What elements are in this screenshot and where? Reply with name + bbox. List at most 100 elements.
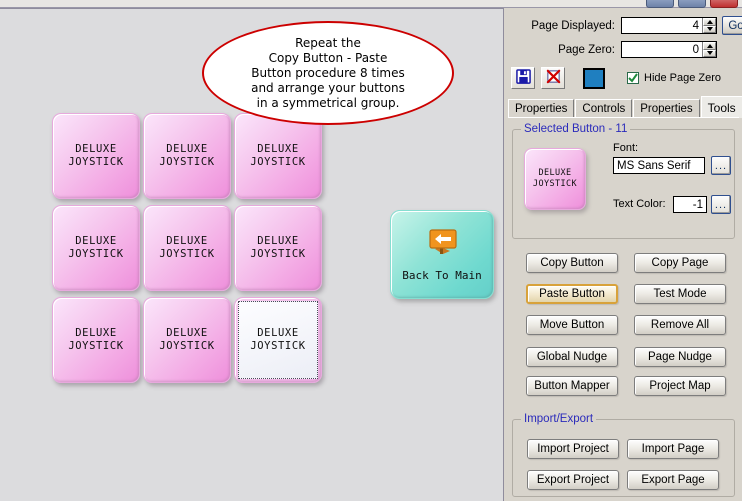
tab-tools[interactable]: Tools: [700, 96, 742, 118]
import-project-button[interactable]: Import Project: [527, 439, 619, 459]
minimize-button[interactable]: [646, 0, 674, 8]
joystick-button-5[interactable]: DELUXE JOYSTICK: [143, 205, 231, 291]
joystick-button-8-line2: JOYSTICK: [159, 340, 215, 352]
selected-button-preview[interactable]: DELUXE JOYSTICK: [524, 148, 586, 210]
page-zero-spin-down[interactable]: [703, 49, 716, 57]
tab-properties-1[interactable]: Properties: [508, 99, 575, 118]
back-to-main-label: Back To Main: [402, 269, 482, 282]
callout-line-4: and arrange your buttons: [251, 80, 405, 95]
button-mapper-action[interactable]: Button Mapper: [526, 376, 618, 396]
joystick-button-7-line1: DELUXE: [75, 327, 117, 339]
project-map-action[interactable]: Project Map: [634, 376, 726, 396]
title-bar: [0, 0, 742, 8]
export-project-button[interactable]: Export Project: [527, 470, 619, 490]
page-displayed-spin-buttons[interactable]: [702, 18, 716, 33]
preview-line1: DELUXE: [538, 168, 572, 178]
tab-controls[interactable]: Controls: [575, 99, 633, 118]
joystick-button-3-label: DELUXE JOYSTICK: [250, 143, 305, 169]
tab-properties-2[interactable]: Properties: [633, 99, 700, 118]
joystick-button-8-line1: DELUXE: [166, 327, 208, 339]
window-controls: [646, 0, 738, 8]
callout-line-3: Button procedure 8 times: [251, 65, 405, 80]
panel-toolbar-row: Hide Page Zero: [511, 67, 721, 89]
joystick-button-4-line2: JOYSTICK: [68, 248, 124, 260]
tools-panel: Page Displayed: Go Page Zero:: [503, 8, 742, 501]
remove-all-action[interactable]: Remove All: [634, 315, 726, 335]
callout-line-5: in a symmetrical group.: [256, 95, 400, 110]
hide-page-zero-checkbox[interactable]: Hide Page Zero: [627, 72, 721, 84]
page-zero-spin-buttons[interactable]: [702, 42, 716, 57]
export-page-button[interactable]: Export Page: [627, 470, 719, 490]
joystick-button-2-line1: DELUXE: [166, 143, 208, 155]
floppy-save-icon: [515, 69, 531, 87]
page-zero-input[interactable]: [622, 42, 702, 57]
joystick-button-6-line2: JOYSTICK: [250, 248, 306, 260]
tab-underline: [508, 117, 739, 118]
save-project-button[interactable]: [511, 67, 535, 89]
page-displayed-spin-down[interactable]: [703, 25, 716, 33]
joystick-button-9-label: DELUXE JOYSTICK: [250, 327, 305, 353]
joystick-button-1-line2: JOYSTICK: [68, 156, 124, 168]
maximize-button[interactable]: [678, 0, 706, 8]
hide-page-zero-label: Hide Page Zero: [644, 72, 722, 84]
joystick-button-3-line2: JOYSTICK: [250, 156, 306, 168]
application-window: DELUXE JOYSTICK DELUXE JOYSTICK DELUXE J…: [0, 0, 742, 501]
import-export-group-title: Import/Export: [521, 413, 597, 425]
copy-page-action[interactable]: Copy Page: [634, 253, 726, 273]
joystick-button-7-line2: JOYSTICK: [68, 340, 124, 352]
selected-button-group-title: Selected Button - 11: [521, 123, 631, 135]
selected-button-group: Selected Button - 11 DELUXE JOYSTICK Fon…: [512, 123, 735, 239]
joystick-button-6-label: DELUXE JOYSTICK: [250, 235, 305, 261]
text-color-browse-button[interactable]: ...: [711, 195, 731, 214]
selected-button-preview-label: DELUXE JOYSTICK: [533, 168, 577, 190]
joystick-button-5-line1: DELUXE: [166, 235, 208, 247]
joystick-button-9-line1: DELUXE: [257, 327, 299, 339]
copy-button-action[interactable]: Copy Button: [526, 253, 618, 273]
joystick-button-4[interactable]: DELUXE JOYSTICK: [52, 205, 140, 291]
joystick-button-4-line1: DELUXE: [75, 235, 117, 247]
delete-page-button[interactable]: [541, 67, 565, 89]
joystick-button-7[interactable]: DELUXE JOYSTICK: [52, 297, 140, 383]
callout-line-1: Repeat the: [295, 35, 361, 50]
instruction-callout: Repeat the Copy Button - Paste Button pr…: [202, 21, 454, 125]
joystick-button-9-line2: JOYSTICK: [250, 340, 306, 352]
preview-line2: JOYSTICK: [532, 179, 578, 189]
page-displayed-input[interactable]: [622, 18, 702, 33]
joystick-button-5-label: DELUXE JOYSTICK: [159, 235, 214, 261]
joystick-button-6[interactable]: DELUXE JOYSTICK: [234, 205, 322, 291]
red-x-delete-icon: [546, 69, 561, 87]
joystick-button-8[interactable]: DELUXE JOYSTICK: [143, 297, 231, 383]
text-color-field[interactable]: -1: [673, 196, 707, 213]
go-button[interactable]: Go: [722, 16, 742, 35]
back-to-main-button[interactable]: Back To Main: [390, 210, 494, 299]
color-swatch[interactable]: [583, 67, 605, 89]
joystick-button-9-focus-frame: DELUXE JOYSTICK: [238, 301, 318, 379]
page-zero-stepper[interactable]: [621, 41, 717, 58]
page-zero-spin-up[interactable]: [703, 42, 716, 50]
page-displayed-spin-up[interactable]: [703, 18, 716, 26]
joystick-button-1[interactable]: DELUXE JOYSTICK: [52, 113, 140, 199]
joystick-button-9-selected[interactable]: DELUXE JOYSTICK: [234, 297, 322, 383]
global-nudge-action[interactable]: Global Nudge: [526, 347, 618, 367]
page-nudge-action[interactable]: Page Nudge: [634, 347, 726, 367]
callout-line-2: Copy Button - Paste: [268, 50, 388, 65]
design-canvas[interactable]: DELUXE JOYSTICK DELUXE JOYSTICK DELUXE J…: [0, 8, 503, 501]
close-button[interactable]: [710, 0, 738, 8]
hide-page-zero-check-box[interactable]: [627, 72, 639, 84]
joystick-button-8-label: DELUXE JOYSTICK: [159, 327, 214, 353]
joystick-button-2-line2: JOYSTICK: [159, 156, 215, 168]
font-browse-button[interactable]: ...: [711, 156, 731, 175]
paste-button-action[interactable]: Paste Button: [526, 284, 618, 304]
joystick-button-4-label: DELUXE JOYSTICK: [68, 235, 123, 261]
import-page-button[interactable]: Import Page: [627, 439, 719, 459]
joystick-button-2[interactable]: DELUXE JOYSTICK: [143, 113, 231, 199]
joystick-button-1-label: DELUXE JOYSTICK: [68, 143, 123, 169]
font-field[interactable]: MS Sans Serif: [613, 157, 705, 174]
panel-tabs: Properties Controls Properties Tools: [508, 96, 742, 118]
joystick-button-3[interactable]: DELUXE JOYSTICK: [234, 113, 322, 199]
test-mode-action[interactable]: Test Mode: [634, 284, 726, 304]
page-displayed-stepper[interactable]: [621, 17, 717, 34]
page-zero-row: Page Zero:: [510, 41, 717, 58]
joystick-button-6-line1: DELUXE: [257, 235, 299, 247]
move-button-action[interactable]: Move Button: [526, 315, 618, 335]
